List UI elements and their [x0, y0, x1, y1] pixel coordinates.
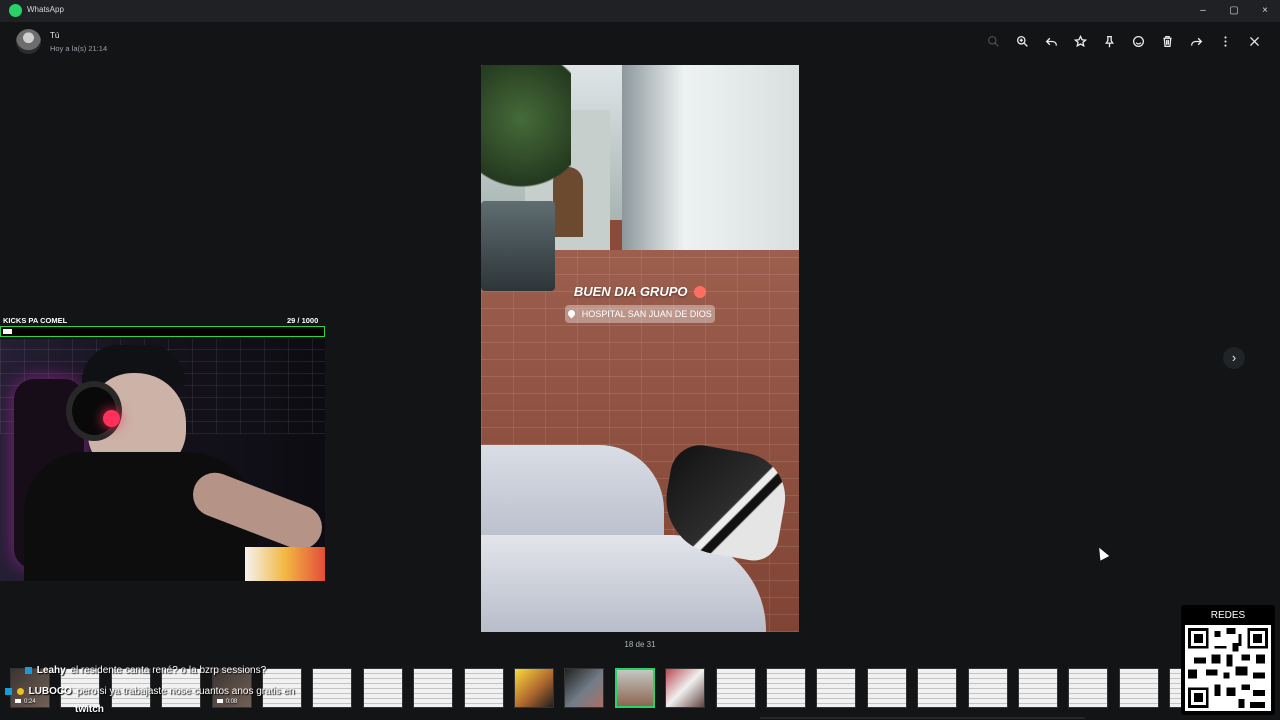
zoom-in-icon — [1016, 35, 1028, 47]
chat-message: Leahy el residente canta rené? o la bzrp… — [25, 665, 266, 676]
photo-car — [481, 201, 555, 291]
emoji-reaction-button[interactable] — [1129, 32, 1148, 50]
photo-tree — [481, 65, 571, 200]
location-label: HOSPITAL SAN JUAN DE DIOS — [581, 309, 712, 319]
media-thumbnail[interactable] — [715, 668, 756, 708]
media-photo[interactable]: BUEN DIA GRUPO HOSPITAL SAN JUAN DE DIOS — [481, 65, 799, 632]
delete-button[interactable] — [1158, 32, 1177, 50]
video-duration-text: 0:08 — [225, 699, 238, 705]
chat-username: LUBOCO — [28, 686, 72, 697]
qr-code-icon — [1185, 625, 1271, 711]
stream-goal-title: KICKS PA COMEL — [3, 316, 68, 325]
reply-button[interactable] — [1042, 32, 1061, 50]
star-icon — [1074, 34, 1087, 47]
stream-goal-progress-bar — [0, 326, 325, 337]
media-thumbnail[interactable] — [312, 668, 353, 708]
social-qr-label: REDES — [1210, 610, 1246, 621]
sender-avatar[interactable] — [16, 29, 41, 54]
story-caption: BUEN DIA GRUPO — [481, 284, 799, 299]
star-button[interactable] — [1071, 32, 1090, 50]
media-thumbnail[interactable] — [816, 668, 857, 708]
mouse-cursor-icon — [1094, 545, 1110, 561]
chat-badge-icon — [5, 688, 12, 695]
social-qr-panel: REDES — [1181, 605, 1275, 715]
chat-message-continuation: twitch — [75, 704, 104, 715]
location-sticker: HOSPITAL SAN JUAN DE DIOS — [565, 305, 715, 323]
story-caption-text: BUEN DIA GRUPO — [573, 284, 688, 299]
maximize-button[interactable]: ▢ — [1219, 0, 1249, 22]
media-thumbnail[interactable] — [766, 668, 806, 708]
video-duration-label: 0:08 — [216, 699, 238, 705]
zoom-in-button[interactable] — [1013, 32, 1032, 50]
window-close-button[interactable]: × — [1250, 0, 1280, 22]
media-thumbnail[interactable] — [362, 668, 403, 708]
search-button[interactable] — [984, 32, 1003, 50]
message-timestamp: Hoy a la(s) 21:14 — [50, 44, 108, 53]
delete-icon — [1163, 35, 1172, 47]
whatsapp-logo-icon — [9, 4, 22, 17]
reply-icon — [1045, 37, 1058, 46]
media-thumbnail[interactable] — [1068, 668, 1109, 708]
chat-badge-icon — [25, 667, 32, 674]
close-icon — [1249, 36, 1260, 46]
media-thumbnail[interactable] — [665, 668, 706, 708]
webcam-overlay — [0, 339, 325, 581]
media-thumbnail[interactable] — [967, 668, 1008, 708]
snack-bag — [245, 547, 325, 581]
video-duration-text: 0:24 — [24, 699, 36, 705]
heart-eyes-emoji-icon — [694, 286, 707, 298]
media-thumbnail[interactable] — [917, 668, 958, 708]
media-thumbnail[interactable] — [413, 668, 454, 708]
video-camera-icon — [15, 699, 21, 703]
more-options-button[interactable] — [1216, 32, 1235, 50]
chat-message-text: pero si ya trabajaste nose cuantos anos … — [76, 686, 295, 697]
forward-icon — [1190, 37, 1203, 46]
media-thumbnail[interactable] — [1118, 668, 1159, 708]
chat-message-text: el residente canta rené? o la bzrp sessi… — [70, 665, 267, 676]
video-camera-icon — [216, 699, 223, 703]
media-thumbnail[interactable] — [866, 668, 907, 708]
media-thumbnail[interactable] — [463, 668, 504, 708]
next-media-button[interactable]: › — [1223, 347, 1245, 369]
chat-username: Leahy — [36, 665, 66, 676]
media-thumbnail[interactable] — [1018, 668, 1058, 708]
pin-button[interactable] — [1100, 32, 1119, 50]
close-viewer-button[interactable] — [1245, 32, 1264, 50]
current-media-thumbnail[interactable] — [614, 668, 655, 708]
media-toolbar — [984, 32, 1264, 50]
app-name: WhatsApp — [27, 5, 64, 14]
media-thumbnail[interactable] — [564, 668, 605, 708]
chat-message: LUBOCO pero si ya trabajaste nose cuanto… — [5, 686, 295, 697]
window-titlebar: WhatsApp – ▢ × — [0, 0, 1280, 22]
location-pin-icon — [566, 308, 577, 319]
sender-name: Tú — [50, 31, 60, 40]
search-icon — [987, 35, 999, 47]
pin-icon — [1105, 35, 1114, 47]
stream-goal-progress-fill — [3, 329, 13, 334]
video-duration-label: 0:24 — [15, 699, 36, 705]
strip-scrollbar[interactable] — [760, 717, 1085, 719]
minimize-button[interactable]: – — [1188, 0, 1218, 22]
chat-badge-icon — [16, 688, 24, 695]
more-options-icon — [1224, 35, 1227, 47]
media-counter: 18 de 31 — [624, 640, 656, 649]
emoji-icon — [1132, 35, 1145, 47]
stream-goal-count: 29 / 1000 — [287, 316, 319, 325]
media-thumbnail[interactable] — [514, 668, 554, 708]
forward-button[interactable] — [1187, 32, 1206, 50]
headset-light — [103, 410, 120, 427]
